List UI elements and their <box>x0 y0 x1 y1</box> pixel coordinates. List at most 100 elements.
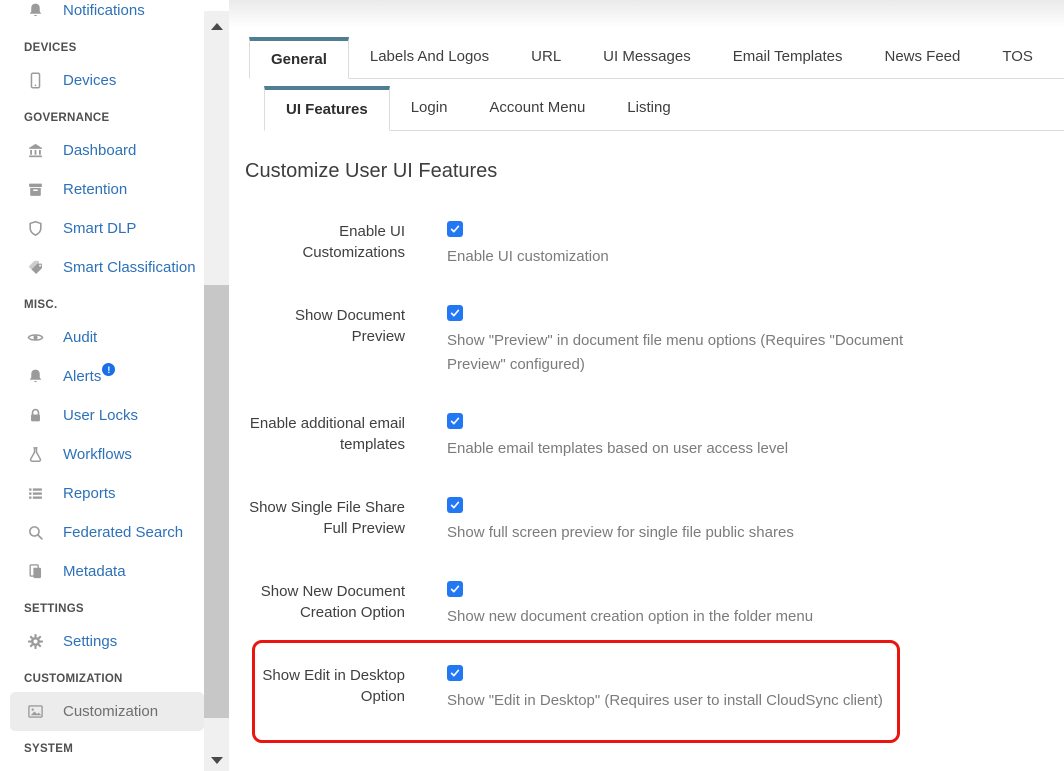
sidebar-section-customization: CUSTOMIZATION <box>0 666 204 692</box>
sidebar-item-devices[interactable]: Devices <box>0 61 204 100</box>
checkbox-show-edit-in-desktop-option[interactable] <box>447 665 463 681</box>
setting-row-show-document-preview: Show Document Preview Show "Preview" in … <box>245 305 1064 377</box>
tab-labels-and-logos[interactable]: Labels And Logos <box>349 37 510 78</box>
sidebar-section-settings: SETTINGS <box>0 596 204 622</box>
tab-account-menu[interactable]: Account Menu <box>468 86 606 130</box>
sidebar-item-cluster[interactable]: Cluster <box>0 762 204 771</box>
admin-settings-screen: Notifications DEVICES Devices GOVERNANCE… <box>0 0 1064 771</box>
sidebar-item-metadata[interactable]: Metadata <box>0 552 204 591</box>
sidebar-item-customization[interactable]: Customization <box>10 692 204 731</box>
setting-description: Show full screen preview for single file… <box>447 521 794 545</box>
sidebar-item-federated-search[interactable]: Federated Search <box>0 513 204 552</box>
scroll-down-arrow[interactable] <box>204 749 229 771</box>
sidebar-item-reports[interactable]: Reports <box>0 474 204 513</box>
image-icon <box>26 703 45 720</box>
search-icon <box>26 524 45 541</box>
tab-url[interactable]: URL <box>510 37 582 78</box>
setting-label: Enable UI Customizations <box>245 221 405 269</box>
checkbox-enable-additional-email-templates[interactable] <box>447 413 463 429</box>
bank-icon <box>26 142 45 159</box>
tab-ui-messages[interactable]: UI Messages <box>582 37 712 78</box>
tab-listing[interactable]: Listing <box>606 86 691 130</box>
sidebar-item-workflows[interactable]: Workflows <box>0 435 204 474</box>
setting-description: Enable UI customization <box>447 245 609 269</box>
sidebar-item-label: Federated Search <box>63 524 183 541</box>
setting-row-show-new-document-creation-option: Show New Document Creation Option Show n… <box>245 581 1064 629</box>
setting-row-enable-ui-customizations: Enable UI Customizations Enable UI custo… <box>245 221 1064 269</box>
scroll-up-arrow[interactable] <box>204 15 229 37</box>
setting-row-show-edit-in-desktop-option: Show Edit in Desktop Option Show "Edit i… <box>245 665 1064 713</box>
tab-email-templates[interactable]: Email Templates <box>712 37 864 78</box>
sidebar-item-smart-dlp[interactable]: Smart DLP <box>0 209 204 248</box>
sidebar-item-smart-classification[interactable]: Smart Classification <box>0 248 204 287</box>
bell-icon <box>26 368 45 385</box>
tab-ui-features[interactable]: UI Features <box>264 86 390 131</box>
alerts-badge: ! <box>102 363 115 376</box>
setting-label: Show Edit in Desktop Option <box>245 665 405 713</box>
setting-description: Enable email templates based on user acc… <box>447 437 788 461</box>
sidebar-section-misc: MISC. <box>0 292 204 318</box>
sidebar-item-label: Reports <box>63 485 116 502</box>
list-icon <box>26 485 45 502</box>
setting-description: Show new document creation option in the… <box>447 605 813 629</box>
setting-label: Show Document Preview <box>245 305 405 377</box>
checkbox-show-new-document-creation-option[interactable] <box>447 581 463 597</box>
sidebar-item-retention[interactable]: Retention <box>0 170 204 209</box>
secondary-tabs: UI Features Login Account Menu Listing <box>264 86 1064 131</box>
sidebar-item-label: Alerts <box>63 368 101 385</box>
setting-label: Show New Document Creation Option <box>245 581 405 629</box>
sidebar-section-governance: GOVERNANCE <box>0 105 204 131</box>
sidebar-item-label: Smart Classification <box>63 259 196 276</box>
flask-icon <box>26 446 45 463</box>
sidebar-item-label: Audit <box>63 329 97 346</box>
checkbox-show-single-file-share-full-preview[interactable] <box>447 497 463 513</box>
setting-label: Show Single File Share Full Preview <box>245 497 405 545</box>
sidebar-item-alerts[interactable]: Alerts ! <box>0 357 204 396</box>
sidebar-item-label: Customization <box>63 703 158 720</box>
sidebar-item-label: Metadata <box>63 563 126 580</box>
settings-form: Enable UI Customizations Enable UI custo… <box>245 221 1064 713</box>
tab-general[interactable]: General <box>249 37 349 79</box>
sidebar-item-label: Notifications <box>63 2 145 19</box>
archive-icon <box>26 181 45 198</box>
checkbox-show-document-preview[interactable] <box>447 305 463 321</box>
setting-description: Show "Preview" in document file menu opt… <box>447 329 952 377</box>
sidebar-item-label: Devices <box>63 72 116 89</box>
pages-icon <box>26 563 45 580</box>
bell-icon <box>26 2 45 19</box>
checkbox-enable-ui-customizations[interactable] <box>447 221 463 237</box>
sidebar-list: Notifications DEVICES Devices GOVERNANCE… <box>0 0 204 771</box>
sidebar-item-label: User Locks <box>63 407 138 424</box>
tab-news-feed[interactable]: News Feed <box>864 37 982 78</box>
page-title: Customize User UI Features <box>245 159 1064 183</box>
sidebar-scrollbar[interactable] <box>204 11 229 771</box>
sidebar-item-label: Settings <box>63 633 117 650</box>
sidebar-item-user-locks[interactable]: User Locks <box>0 396 204 435</box>
gear-icon <box>26 633 45 650</box>
sidebar-item-notifications[interactable]: Notifications <box>0 0 204 30</box>
sidebar-item-label: Workflows <box>63 446 132 463</box>
tab-tos[interactable]: TOS <box>981 37 1054 78</box>
eye-icon <box>26 329 45 346</box>
main-content: General Labels And Logos URL UI Messages… <box>229 0 1064 771</box>
sidebar: Notifications DEVICES Devices GOVERNANCE… <box>0 0 204 771</box>
lock-icon <box>26 407 45 424</box>
sidebar-item-label: Dashboard <box>63 142 136 159</box>
primary-tabs: General Labels And Logos URL UI Messages… <box>249 37 1064 79</box>
sidebar-item-settings[interactable]: Settings <box>0 622 204 661</box>
tablet-icon <box>26 72 45 89</box>
setting-row-enable-additional-email-templates: Enable additional email templates Enable… <box>245 413 1064 461</box>
setting-description: Show "Edit in Desktop" (Requires user to… <box>447 689 883 713</box>
tab-advanced[interactable]: Advanced <box>1054 37 1064 78</box>
setting-label: Enable additional email templates <box>245 413 405 461</box>
sidebar-item-dashboard[interactable]: Dashboard <box>0 131 204 170</box>
sidebar-item-label: Retention <box>63 181 127 198</box>
sidebar-item-audit[interactable]: Audit <box>0 318 204 357</box>
sidebar-item-label: Smart DLP <box>63 220 136 237</box>
scrollbar-thumb[interactable] <box>204 285 229 718</box>
sidebar-section-system: SYSTEM <box>0 736 204 762</box>
shield-icon <box>26 220 45 237</box>
tags-icon <box>26 259 45 276</box>
sidebar-section-devices: DEVICES <box>0 35 204 61</box>
tab-login[interactable]: Login <box>390 86 469 130</box>
